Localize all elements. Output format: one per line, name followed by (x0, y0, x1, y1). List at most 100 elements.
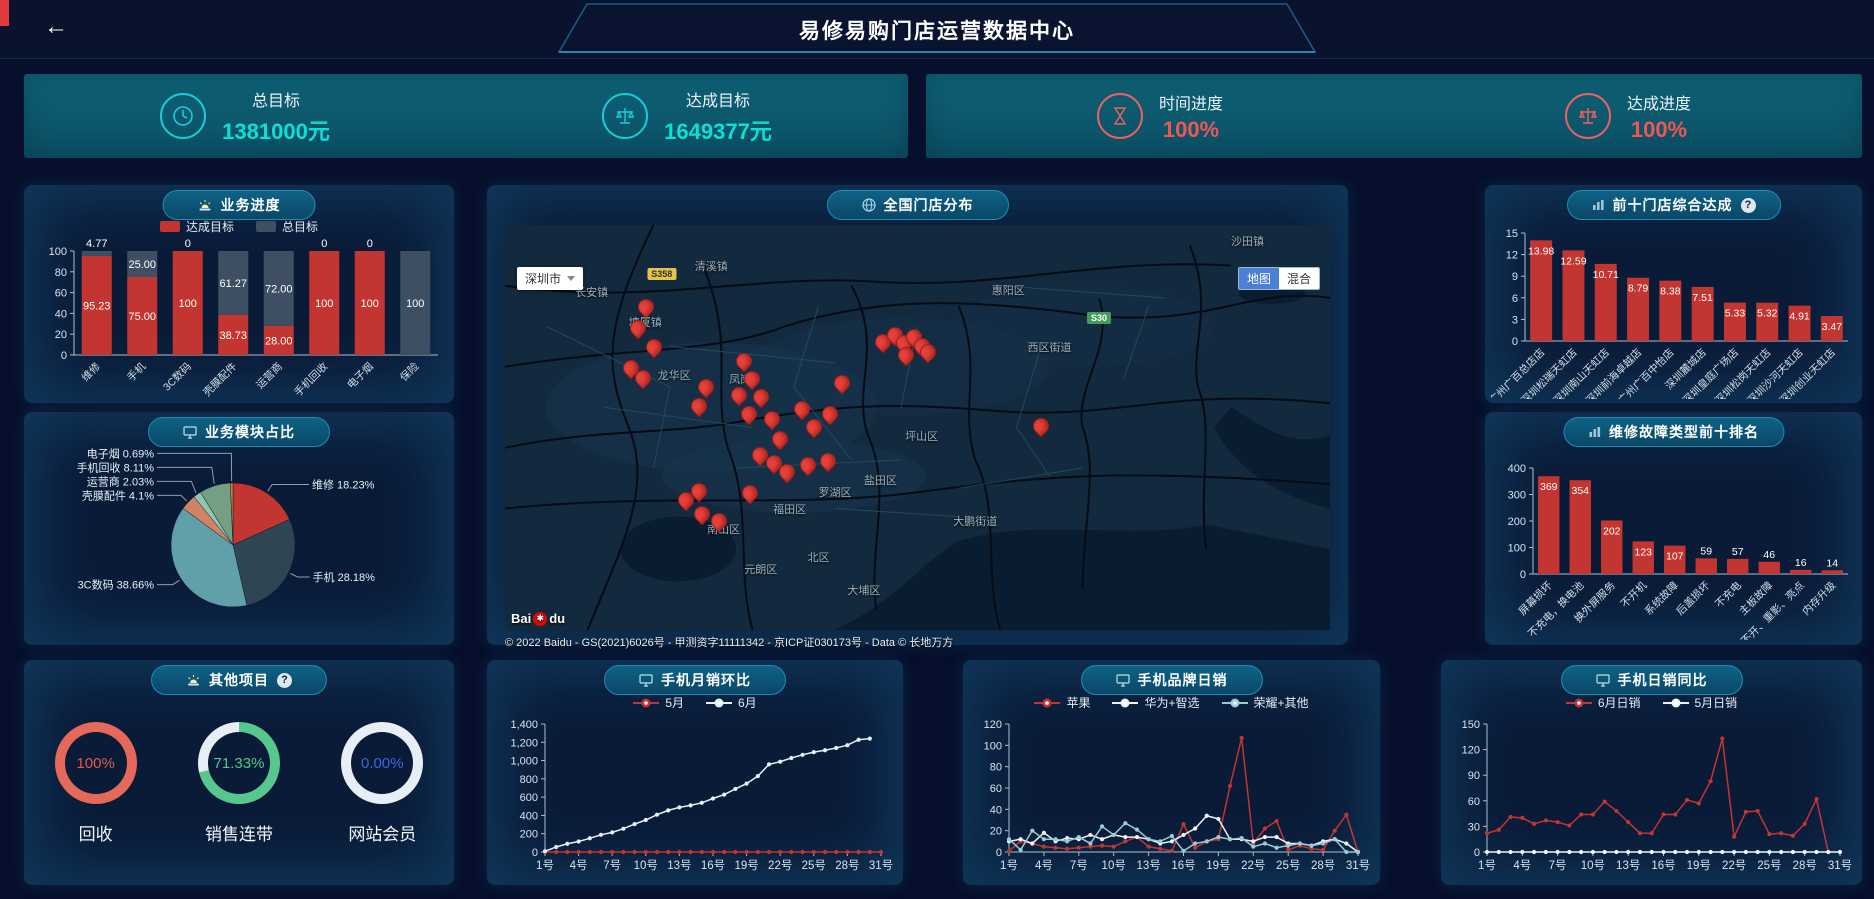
svg-text:28号: 28号 (1793, 859, 1817, 872)
svg-text:16: 16 (1795, 557, 1807, 569)
road-badge: S30 (1087, 312, 1111, 324)
legend-line-marker (1034, 698, 1060, 708)
svg-text:100: 100 (406, 298, 424, 310)
legend-item[interactable]: 达成目标 (160, 218, 234, 235)
svg-text:0: 0 (996, 847, 1002, 859)
svg-text:22号: 22号 (1722, 859, 1746, 872)
month-sales-legend: 5月 6月 (487, 694, 903, 711)
map-place-label: 坪山区 (905, 428, 938, 444)
kpi-total-target: 总目标 1381000元 (160, 87, 330, 146)
legend-line-marker (706, 698, 732, 708)
svg-text:90: 90 (1468, 770, 1480, 782)
legend-swatch (256, 221, 276, 232)
legend-item[interactable]: 5月日销 (1663, 694, 1738, 711)
module-share-pie[interactable]: 维修 18.23%手机 28.18%3C数码 38.66%壳膜配件 4.1%运营… (24, 442, 454, 640)
svg-text:0: 0 (61, 350, 67, 362)
svg-text:壳膜配件: 壳膜配件 (200, 360, 239, 399)
svg-text:不充电，换电池: 不充电，换电池 (1525, 579, 1587, 640)
hourglass-icon (1097, 93, 1143, 139)
baidu-map[interactable]: 长安镇塘厦镇清溪镇沙田镇惠阳区龙华区凤岗南山区福田区罗湖区盐田区坪山区大鹏街道元… (505, 225, 1330, 630)
legend-line-marker (1222, 698, 1248, 708)
legend-swatch (160, 221, 180, 232)
legend-item[interactable]: 荣耀+其他 (1222, 694, 1309, 711)
fault-ranking-chart[interactable]: 0100200300400369屏幕损坏354不充电，换电池202换外屏服务12… (1491, 452, 1856, 640)
panel-title: 前十门店综合达成 (1613, 195, 1733, 215)
legend-item[interactable]: 5月 (633, 694, 684, 711)
svg-text:120: 120 (1462, 745, 1480, 757)
svg-text:38.73: 38.73 (219, 330, 247, 342)
panel-store-map: 全国门店分布 (487, 185, 1348, 645)
recycle-ring[interactable]: 100% (55, 722, 137, 804)
svg-text:200: 200 (1508, 516, 1526, 528)
gauge-linked-sales: 71.33% 销售连带 (198, 722, 280, 845)
title-plate: 易修易购门店运营数据中心 (557, 2, 1317, 54)
svg-text:80: 80 (55, 267, 67, 279)
svg-text:80: 80 (990, 762, 1002, 774)
svg-text:0: 0 (1520, 569, 1526, 581)
svg-text:1,200: 1,200 (510, 737, 538, 749)
svg-text:59: 59 (1700, 545, 1712, 557)
svg-text:14: 14 (1826, 557, 1838, 569)
svg-text:4号: 4号 (1513, 859, 1531, 872)
svg-text:8.38: 8.38 (1660, 286, 1681, 298)
business-progress-chart[interactable]: 02040608010095.234.77维修75.0025.00手机10003… (32, 235, 446, 399)
kpi-card-progress: 时间进度 100% 达成进度 100% (926, 74, 1862, 158)
hybrid-mode-button[interactable]: 混合 (1279, 268, 1319, 289)
svg-text:300: 300 (1508, 490, 1526, 502)
svg-text:10号: 10号 (1581, 859, 1605, 872)
svg-text:25.00: 25.00 (128, 259, 156, 271)
daily-yoy-chart[interactable]: 03060901201501号4号7号10号13号16号19号22号25号28号… (1447, 712, 1856, 878)
gauge-recycle: 100% 回收 (55, 722, 137, 845)
top-stores-chart[interactable]: 0369121513.98广州广百总店店12.59深圳松瑞天虹店10.71深圳南… (1491, 217, 1856, 399)
month-sales-chart[interactable]: 02004006008001,0001,2001,4001号4号7号10号13号… (493, 712, 897, 878)
kpi-achieved-target: 达成目标 1649377元 (602, 87, 772, 146)
monitor-icon (1596, 674, 1610, 687)
back-button[interactable]: ← (38, 12, 74, 42)
map-mode-button[interactable]: 地图 (1239, 268, 1279, 289)
svg-text:25号: 25号 (1276, 859, 1300, 872)
svg-text:内存升级: 内存升级 (1799, 579, 1838, 618)
city-dropdown[interactable]: 深圳市 (517, 267, 583, 290)
siren-icon (198, 199, 213, 212)
map-place-label: 盐田区 (864, 472, 897, 488)
corner-accent (0, 0, 9, 26)
svg-text:4.91: 4.91 (1789, 311, 1810, 323)
road-badge: S358 (647, 268, 676, 280)
svg-text:不开机: 不开机 (1618, 579, 1650, 611)
dashboard-root: ← 易修易购门店运营数据中心 总目标 1381000元 达成目标 (0, 0, 1874, 899)
caret-down-icon (567, 276, 575, 281)
panel-title: 手机日销同比 (1618, 670, 1708, 690)
brand-daily-chart[interactable]: 0204060801001201号4号7号10号13号16号19号22号25号2… (969, 712, 1374, 878)
help-icon[interactable]: ? (277, 673, 292, 688)
help-icon[interactable]: ? (1741, 198, 1756, 213)
legend-item[interactable]: 华为+智选 (1112, 694, 1199, 711)
site-members-ring[interactable]: 0.00% (341, 722, 423, 804)
legend-label: 苹果 (1066, 694, 1090, 711)
legend-line-marker (1112, 698, 1138, 708)
linked-sales-ring[interactable]: 71.33% (198, 722, 280, 804)
legend-item[interactable]: 总目标 (256, 218, 318, 235)
legend-item[interactable]: 苹果 (1034, 694, 1090, 711)
map-place-label: 北区 (808, 549, 830, 565)
kpi-achieve-progress: 达成进度 100% (1565, 90, 1691, 143)
panel-title-pill: 业务模块占比 (148, 417, 330, 447)
legend-line-marker (1566, 698, 1592, 708)
legend-label: 6月日销 (1598, 694, 1641, 711)
panel-title-pill: 手机月销环比 (604, 665, 786, 695)
kpi-label: 达成目标 (686, 87, 750, 111)
svg-text:100: 100 (49, 246, 67, 258)
panel-module-share: 业务模块占比 维修 18.23%手机 28.18%3C数码 38.66%壳膜配件… (24, 412, 454, 645)
map-place-label: 沙田镇 (1231, 233, 1264, 249)
map-attribution: © 2022 Baidu - GS(2021)6026号 - 甲测资字11111… (505, 634, 953, 650)
svg-text:0: 0 (185, 238, 191, 250)
svg-text:5.33: 5.33 (1725, 308, 1746, 320)
svg-text:1,000: 1,000 (510, 756, 538, 768)
legend-item[interactable]: 6月 (706, 694, 757, 711)
svg-text:19号: 19号 (1206, 859, 1230, 872)
legend-item[interactable]: 6月日销 (1566, 694, 1641, 711)
svg-text:手机 28.18%: 手机 28.18% (313, 570, 376, 584)
svg-text:维修: 维修 (79, 360, 103, 384)
svg-text:3C数码 38.66%: 3C数码 38.66% (78, 579, 155, 592)
svg-text:0: 0 (1512, 336, 1518, 348)
kpi-card-targets: 总目标 1381000元 达成目标 1649377元 (24, 74, 908, 158)
